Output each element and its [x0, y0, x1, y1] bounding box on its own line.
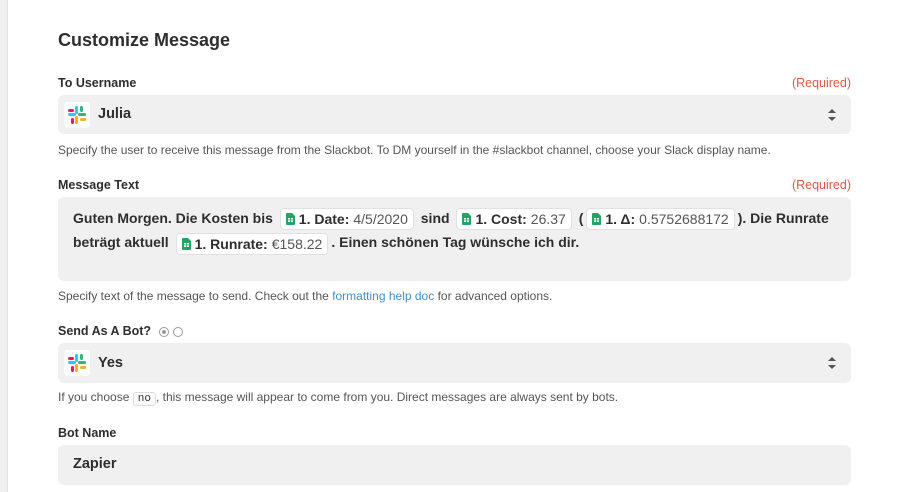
message-text-help: Specify text of the message to send. Che…: [58, 289, 552, 303]
bot-name-label: Bot Name: [58, 426, 117, 440]
field-pill-delta[interactable]: 1. Δ: 0.5752688172: [586, 208, 735, 231]
field-pill-date[interactable]: 1. Date: 4/5/2020: [279, 208, 414, 231]
message-segment: Guten Morgen. Die Kosten bis: [73, 210, 273, 226]
to-username-required: (Required): [791, 76, 851, 90]
send-as-bot-value: Yes: [98, 355, 123, 371]
message-segment: . Einen schönen Tag wünsche ich dir.: [331, 234, 580, 251]
to-username-value: Julia: [98, 106, 132, 122]
message-segment: beträgt aktuell: [73, 234, 169, 251]
radio-selected-icon[interactable]: [158, 326, 169, 337]
bot-name-field[interactable]: [58, 445, 851, 485]
radio-unselected-icon[interactable]: [172, 326, 183, 337]
message-text-content: Guten Morgen. Die Kosten bis 1. Date: 4/…: [73, 206, 843, 255]
message-segment: ). Die Runrate: [737, 210, 829, 226]
message-text-required: (Required): [791, 178, 851, 192]
select-arrows-icon: [828, 109, 836, 121]
pill-value: 0.5752688172: [639, 211, 729, 228]
google-sheets-icon: [462, 213, 472, 226]
field-pill-cost[interactable]: 1. Cost: 26.37: [456, 208, 572, 231]
pill-value: €158.22: [271, 235, 323, 252]
to-username-select[interactable]: Julia: [58, 95, 851, 134]
send-as-bot-label: Send As A Bot?: [58, 324, 183, 338]
message-segment: sind: [420, 210, 450, 226]
section-title: Customize Message: [58, 30, 231, 50]
help-text: If you choose: [58, 390, 130, 404]
send-as-bot-label-text: Send As A Bot?: [58, 324, 152, 338]
code-no: no: [132, 392, 156, 406]
help-text: , this message will appear to come from …: [155, 390, 619, 404]
help-text: for advanced options.: [437, 289, 553, 303]
pill-label: 1. Runrate:: [194, 235, 268, 252]
select-arrows-icon: [828, 357, 836, 369]
help-text: Specify text of the message to send. Che…: [58, 289, 329, 303]
slack-logo-icon: [64, 102, 90, 128]
message-text-label: Message Text: [58, 178, 140, 192]
google-sheets-icon: [181, 237, 191, 250]
message-text-field[interactable]: Guten Morgen. Die Kosten bis 1. Date: 4/…: [58, 197, 851, 281]
pill-value: 4/5/2020: [353, 211, 408, 228]
send-as-bot-help: If you choose no, this message will appe…: [58, 390, 618, 406]
to-username-help: Specify the user to receive this message…: [58, 143, 771, 157]
to-username-label: To Username: [58, 76, 137, 90]
message-segment: (: [578, 210, 584, 226]
slack-logo-icon: [64, 350, 90, 376]
customize-message-panel: Customize Message To Username (Required)…: [7, 0, 909, 492]
google-sheets-icon: [285, 213, 295, 226]
field-pill-runrate[interactable]: 1. Runrate: €158.22: [175, 232, 329, 255]
send-as-bot-select[interactable]: Yes: [58, 343, 851, 383]
pill-label: 1. Δ:: [605, 211, 636, 228]
google-sheets-icon: [592, 213, 602, 226]
bot-name-input[interactable]: [73, 456, 773, 472]
formatting-help-link[interactable]: formatting help doc: [332, 289, 434, 303]
pill-value: 26.37: [530, 211, 566, 228]
pill-label: 1. Cost:: [475, 211, 527, 228]
pill-label: 1. Date:: [298, 211, 350, 228]
